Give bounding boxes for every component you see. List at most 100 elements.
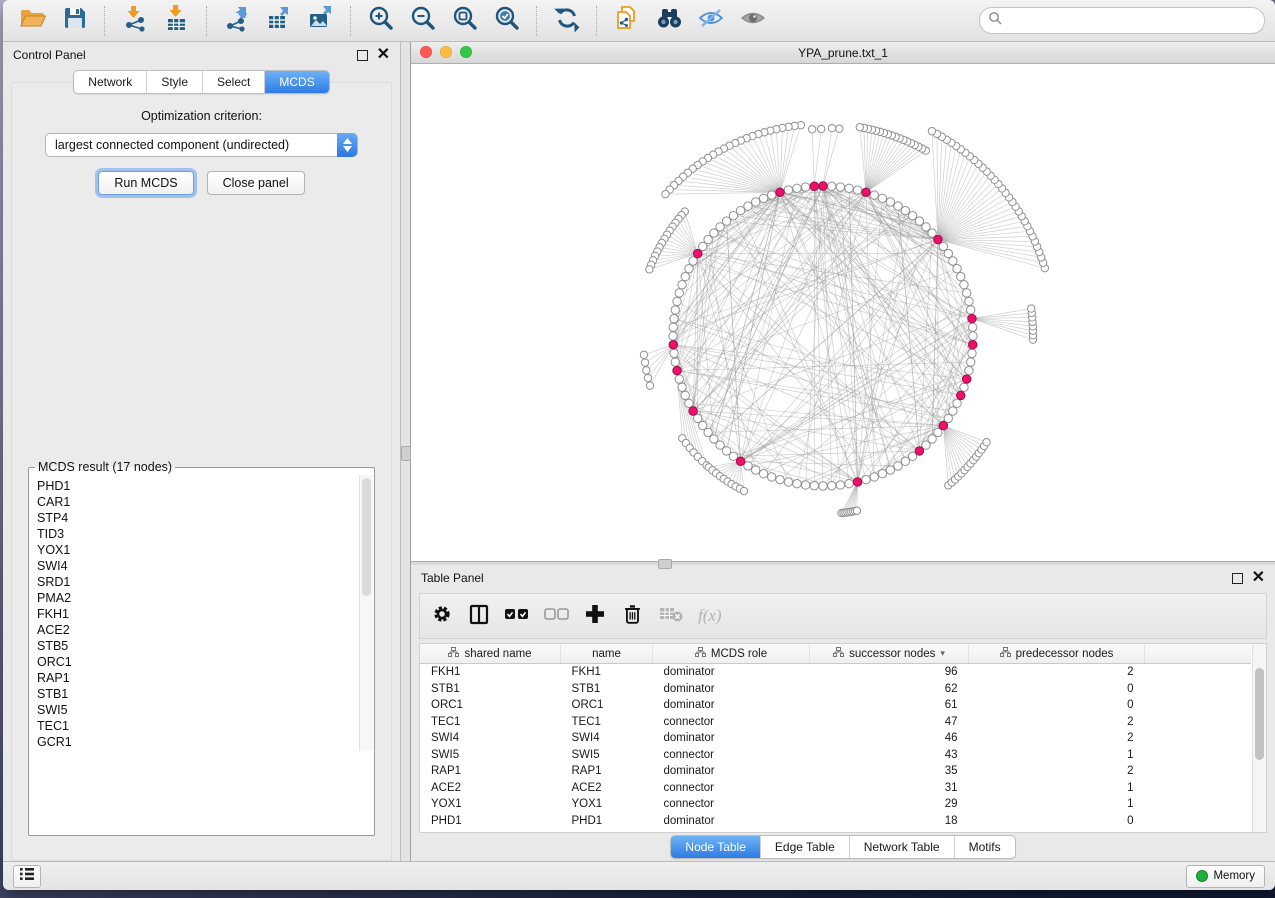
mcds-result-item[interactable]: GCR1: [37, 734, 366, 750]
table-cell[interactable]: dominator: [653, 813, 810, 830]
table-row[interactable]: PHD1PHD1dominator180: [420, 813, 1251, 830]
table-cell[interactable]: 2: [969, 664, 1145, 681]
table-row[interactable]: SWI5SWI5connector431: [420, 747, 1251, 764]
column-header-predecessor-nodes[interactable]: predecessor nodes: [969, 644, 1145, 664]
table-cell[interactable]: TEC1: [420, 714, 561, 731]
table-cell[interactable]: PHD1: [561, 813, 653, 830]
mcds-list-scrollbar-thumb[interactable]: [362, 478, 371, 596]
column-header-mcds-role[interactable]: MCDS role: [653, 644, 810, 664]
table-cell[interactable]: 62: [810, 681, 969, 698]
mcds-result-item[interactable]: CAR1: [37, 494, 366, 510]
add-column-button[interactable]: [584, 601, 606, 631]
table-cell[interactable]: SWI5: [420, 747, 561, 764]
table-row[interactable]: STB1STB1dominator620: [420, 681, 1251, 698]
mcds-result-item[interactable]: STP4: [37, 510, 366, 526]
mcds-result-item[interactable]: YOX1: [37, 542, 366, 558]
table-cell[interactable]: 43: [810, 747, 969, 764]
table-cell[interactable]: dominator: [653, 697, 810, 714]
refresh-button[interactable]: [547, 4, 587, 38]
table-cell[interactable]: YOX1: [561, 796, 653, 813]
table-cell[interactable]: PHD1: [420, 813, 561, 830]
task-history-button[interactable]: [13, 865, 41, 888]
table-cell[interactable]: SWI5: [561, 747, 653, 764]
table-cell[interactable]: 0: [969, 681, 1145, 698]
table-row[interactable]: ACE2ACE2connector311: [420, 780, 1251, 797]
table-cell[interactable]: connector: [653, 780, 810, 797]
table-scrollbar[interactable]: [1252, 644, 1266, 832]
hide-selected-button[interactable]: [691, 4, 731, 38]
table-cell[interactable]: ORC1: [420, 697, 561, 714]
float-panel-icon[interactable]: [357, 50, 368, 61]
table-row[interactable]: RAP1RAP1dominator352: [420, 763, 1251, 780]
mcds-result-item[interactable]: SRD1: [37, 574, 366, 590]
table-cell[interactable]: 29: [810, 796, 969, 813]
column-header-successor-nodes[interactable]: successor nodes▾: [810, 644, 969, 664]
table-cell[interactable]: 1: [969, 780, 1145, 797]
delete-column-button[interactable]: [620, 601, 644, 631]
table-cell[interactable]: dominator: [653, 664, 810, 681]
network-canvas[interactable]: [411, 64, 1275, 561]
table-row[interactable]: ORC1ORC1dominator610: [420, 697, 1251, 714]
import-table-button[interactable]: [157, 4, 197, 38]
tab-network-table[interactable]: Network Table: [850, 836, 955, 858]
mcds-result-item[interactable]: TID3: [37, 526, 366, 542]
horizontal-splitter-grip[interactable]: [658, 559, 672, 569]
table-cell[interactable]: dominator: [653, 730, 810, 747]
float-table-panel-icon[interactable]: [1232, 573, 1243, 584]
mcds-result-item[interactable]: ORC1: [37, 654, 366, 670]
search-input[interactable]: [1007, 13, 1256, 29]
table-cell[interactable]: 18: [810, 813, 969, 830]
export-network-button[interactable]: [217, 4, 257, 38]
mcds-result-item[interactable]: STB5: [37, 638, 366, 654]
mcds-result-item[interactable]: FKH1: [37, 606, 366, 622]
table-cell[interactable]: 31: [810, 780, 969, 797]
table-cell[interactable]: 46: [810, 730, 969, 747]
mcds-result-item[interactable]: RAP1: [37, 670, 366, 686]
vertical-splitter-grip[interactable]: [401, 446, 411, 461]
search-field[interactable]: [979, 7, 1265, 34]
table-row[interactable]: FKH1FKH1dominator962: [420, 664, 1251, 681]
zoom-in-button[interactable]: [361, 4, 401, 38]
zoom-fit-button[interactable]: [445, 4, 485, 38]
table-cell[interactable]: 47: [810, 714, 969, 731]
run-mcds-button[interactable]: Run MCDS: [98, 171, 193, 195]
save-session-button[interactable]: [55, 4, 95, 38]
close-panel-button[interactable]: Close panel: [207, 171, 305, 195]
table-cell[interactable]: ORC1: [561, 697, 653, 714]
minimize-window-icon[interactable]: [440, 46, 452, 58]
show-all-button[interactable]: [733, 4, 773, 38]
find-neighbors-button[interactable]: [649, 4, 689, 38]
vertical-splitter[interactable]: [400, 42, 411, 861]
function-builder-button-disabled[interactable]: f(x): [698, 601, 722, 631]
criterion-dropdown[interactable]: largest connected component (undirected): [45, 133, 358, 157]
table-row[interactable]: SWI4SWI4dominator462: [420, 730, 1251, 747]
tab-mcds[interactable]: MCDS: [265, 71, 328, 93]
memory-button[interactable]: Memory: [1186, 865, 1265, 888]
table-scrollbar-thumb[interactable]: [1255, 668, 1264, 760]
table-cell[interactable]: FKH1: [561, 664, 653, 681]
mcds-result-item[interactable]: SWI4: [37, 558, 366, 574]
table-cell[interactable]: 1: [969, 796, 1145, 813]
mcds-result-item[interactable]: PHD1: [37, 478, 366, 494]
close-window-icon[interactable]: [420, 46, 432, 58]
mcds-result-item[interactable]: ACE2: [37, 622, 366, 638]
mcds-result-item[interactable]: TEC1: [37, 718, 366, 734]
export-table-button[interactable]: [259, 4, 299, 38]
delete-table-button-disabled[interactable]: [658, 601, 684, 631]
tab-style[interactable]: Style: [147, 71, 203, 93]
table-cell[interactable]: YOX1: [420, 796, 561, 813]
table-cell[interactable]: 0: [969, 813, 1145, 830]
network-graph[interactable]: [411, 64, 1267, 561]
table-cell[interactable]: SWI4: [420, 730, 561, 747]
tab-network[interactable]: Network: [74, 71, 147, 93]
table-cell[interactable]: 2: [969, 763, 1145, 780]
table-cell[interactable]: 2: [969, 714, 1145, 731]
horizontal-splitter[interactable]: [411, 562, 1275, 565]
mcds-result-item[interactable]: PMA2: [37, 590, 366, 606]
table-cell[interactable]: connector: [653, 796, 810, 813]
clone-network-button[interactable]: [607, 4, 647, 38]
table-cell[interactable]: 1: [969, 747, 1145, 764]
table-cell[interactable]: FKH1: [420, 664, 561, 681]
table-cell[interactable]: ACE2: [420, 780, 561, 797]
table-cell[interactable]: 2: [969, 730, 1145, 747]
